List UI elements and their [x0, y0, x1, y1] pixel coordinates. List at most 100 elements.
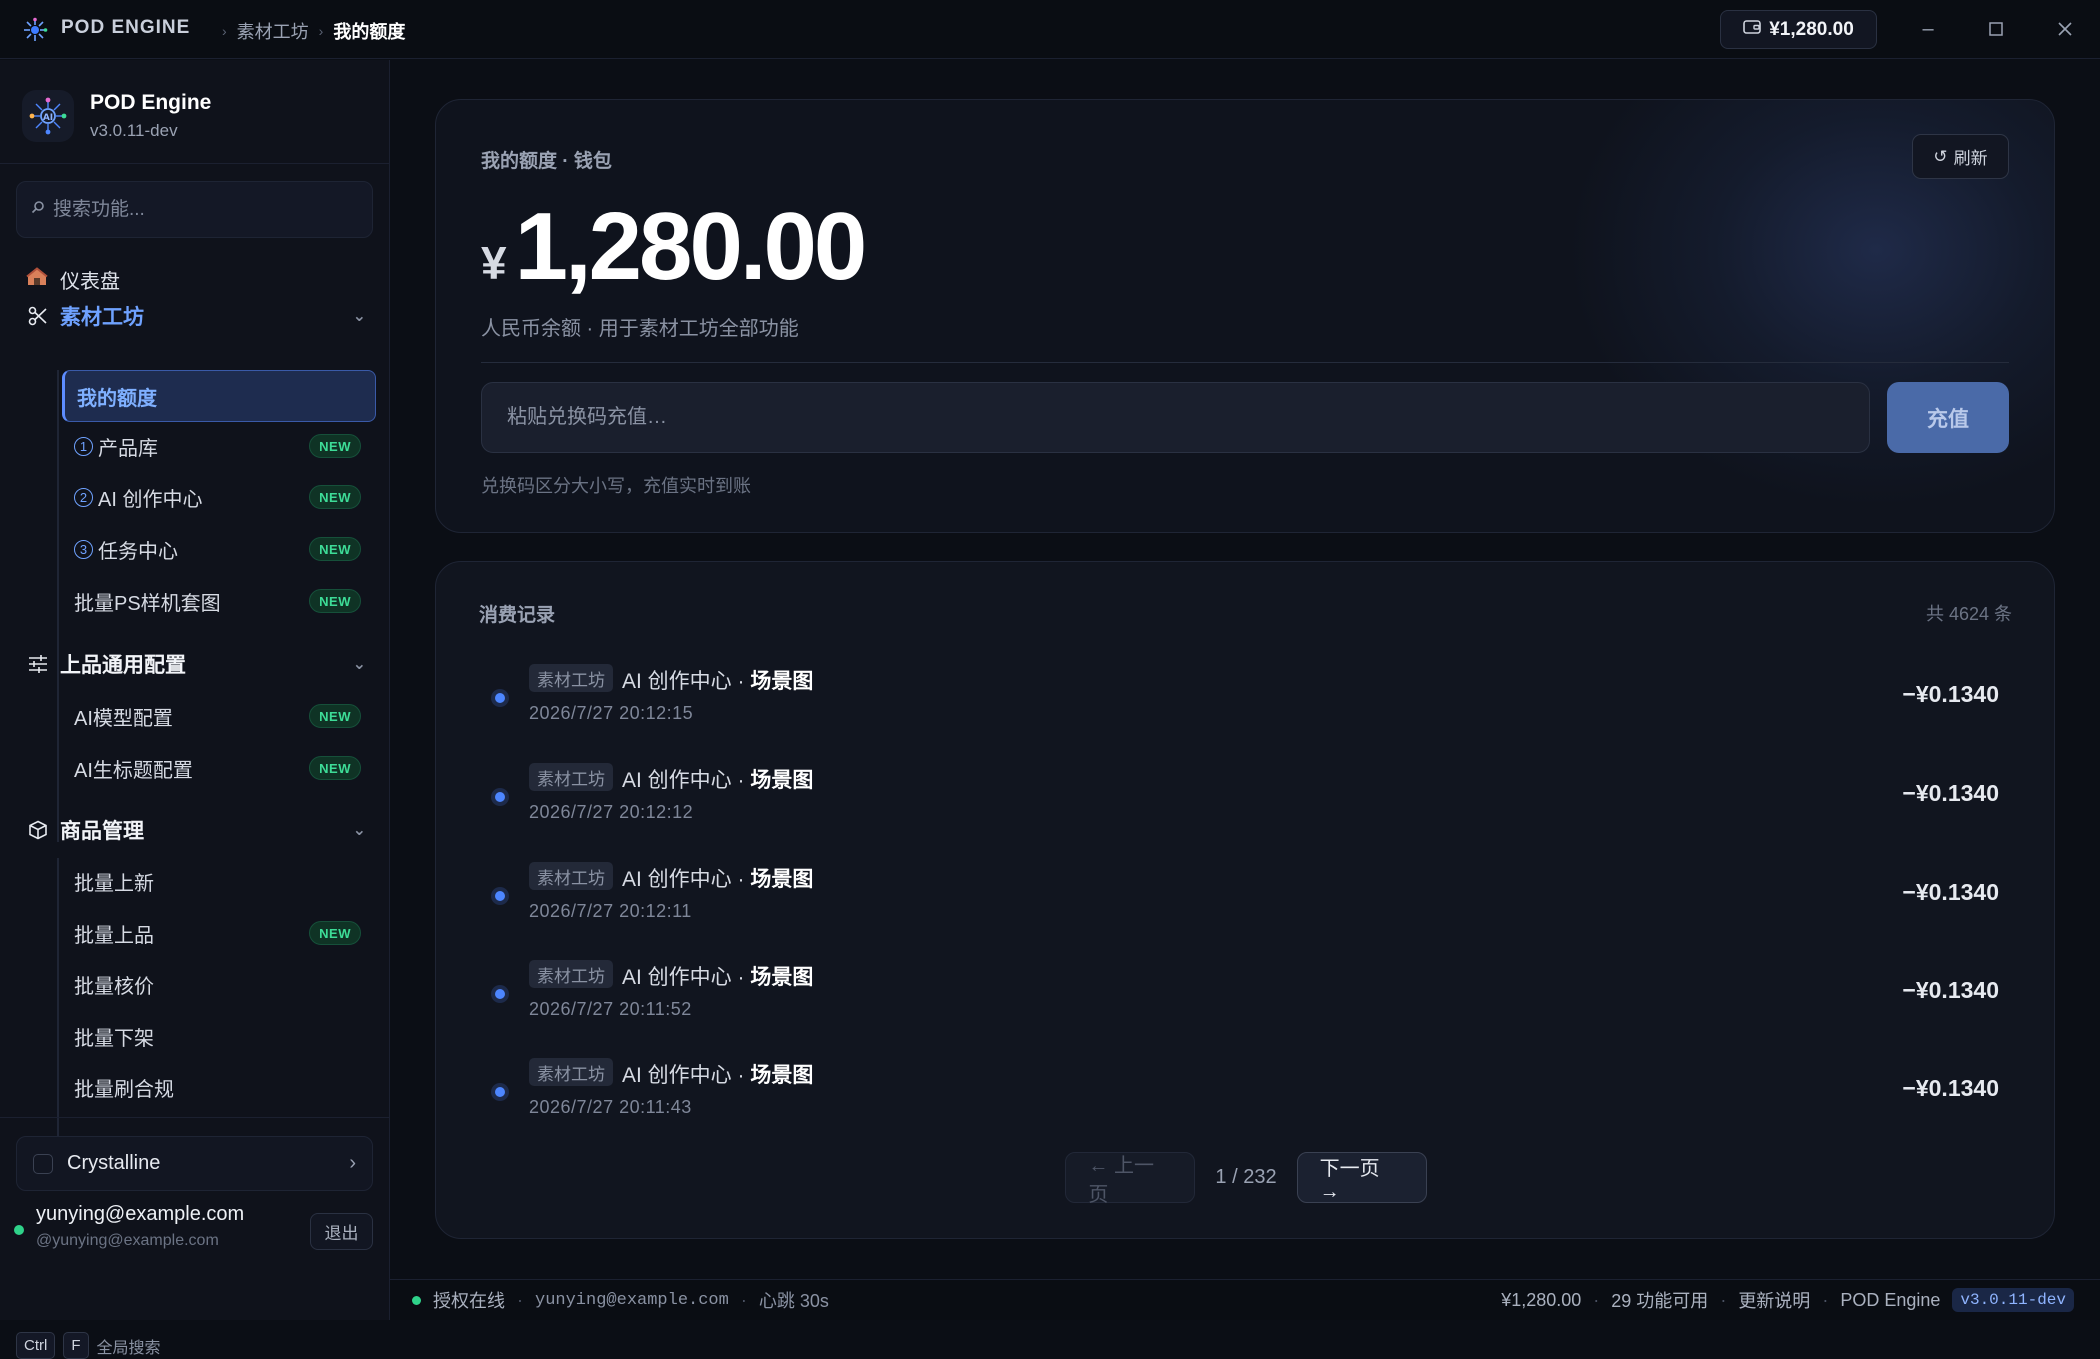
sliders-icon — [26, 652, 50, 676]
currency-symbol: ¥ — [481, 237, 507, 289]
record-amount: −¥0.1340 — [1902, 879, 1999, 905]
nav-group-product-management[interactable]: 商品管理 ⌄ — [26, 818, 366, 843]
divider — [0, 163, 390, 164]
record-time: 2026/7/27 20:12:12 — [529, 802, 694, 822]
new-badge: NEW — [309, 756, 361, 780]
redeem-code-input[interactable] — [482, 383, 1869, 452]
user-email: yunying@example.com — [36, 1203, 245, 1225]
number-2-icon: 2 — [74, 487, 93, 507]
nav-group-label: 素材工坊 — [60, 306, 144, 329]
new-badge: NEW — [309, 704, 361, 728]
sidebar-item-batch-new[interactable]: 批量上新 — [62, 858, 376, 904]
search-input[interactable] — [53, 198, 353, 221]
tree-line — [57, 370, 59, 700]
record-module: AI 创作中心 · — [622, 670, 751, 693]
separator: · — [1593, 1289, 1600, 1310]
sidebar-item-label: 批量PS样机套图 — [74, 592, 221, 615]
sidebar-item-ai-model-config[interactable]: AI模型配置 NEW — [62, 693, 376, 739]
source-tag: 素材工坊 — [529, 960, 613, 988]
refresh-icon: ↺ — [1933, 146, 1948, 166]
brand-version: v3.0.11-dev — [90, 121, 178, 140]
chevron-right-icon: › — [222, 23, 227, 39]
record-module: AI 创作中心 · — [622, 1064, 751, 1087]
record-time: 2026/7/27 20:12:11 — [529, 901, 692, 921]
consumption-records: 消费记录 共 4624 条 素材工坊 AI 创作中心 · 场景图 2026/7/… — [435, 561, 2055, 1239]
sidebar-item-ai-title-config[interactable]: AI生标题配置 NEW — [62, 745, 376, 791]
record-item: 场景图 — [750, 966, 814, 989]
table-row: 素材工坊 AI 创作中心 · 场景图 2026/7/27 20:11:52 −¥… — [436, 953, 2056, 1043]
logout-button[interactable]: 退出 — [310, 1213, 373, 1250]
workspace-name: Crystalline — [67, 1152, 161, 1174]
svg-text:AI: AI — [43, 113, 53, 123]
search-box[interactable] — [16, 181, 373, 238]
sidebar-item-dashboard[interactable]: 仪表盘 — [26, 265, 120, 294]
scissors-icon — [26, 304, 50, 328]
wallet-icon — [1743, 19, 1762, 41]
kbd-ctrl: Ctrl — [16, 1332, 56, 1359]
sidebar-item-label: 批量下架 — [74, 1027, 154, 1050]
checkbox-icon — [33, 1153, 53, 1174]
source-tag: 素材工坊 — [529, 763, 613, 791]
breadcrumb-current: 我的额度 — [333, 22, 406, 42]
sidebar-item-label: 批量上新 — [74, 872, 154, 895]
record-item: 场景图 — [750, 1064, 814, 1087]
sidebar-item-batch-ps-mockup[interactable]: 批量PS样机套图 NEW — [62, 578, 376, 624]
sidebar-item-my-quota[interactable]: 我的额度 — [62, 370, 376, 422]
nav-group-label: 商品管理 — [60, 820, 144, 843]
record-item: 场景图 — [750, 868, 814, 891]
minimize-icon[interactable]: – — [1913, 14, 1943, 44]
kbd-f: F — [63, 1332, 89, 1359]
new-badge: NEW — [309, 589, 361, 613]
records-count: 共 4624 条 — [1925, 604, 2012, 624]
nav-group-general-config[interactable]: 上品通用配置 ⌄ — [26, 652, 366, 677]
sidebar-item-label: AI生标题配置 — [74, 759, 193, 782]
sidebar-item-task-center[interactable]: 3 任务中心 NEW — [62, 526, 376, 572]
nav-group-label: 上品通用配置 — [60, 654, 186, 677]
sidebar-item-batch-delist[interactable]: 批量下架 — [62, 1013, 376, 1059]
workspace-selector[interactable]: Crystalline › — [16, 1136, 373, 1191]
page-indicator: 1 / 232 — [1215, 1166, 1277, 1188]
nav-group-asset-workshop[interactable]: 素材工坊 ⌄ — [26, 304, 366, 329]
source-tag: 素材工坊 — [529, 664, 613, 692]
record-amount: −¥0.1340 — [1902, 681, 1999, 707]
record-amount: −¥0.1340 — [1902, 780, 1999, 806]
sidebar-item-batch-compliance[interactable]: 批量刷合规 — [62, 1064, 376, 1110]
sidebar-item-product-library[interactable]: 1 产品库 NEW — [62, 423, 376, 469]
balance-description: 人民币余额 · 用于素材工坊全部功能 — [481, 318, 799, 340]
chevron-down-icon: ⌄ — [352, 822, 366, 839]
user-handle: @yunying@example.com — [36, 1232, 219, 1249]
record-item: 场景图 — [750, 670, 814, 693]
sidebar-item-batch-price-check[interactable]: 批量核价 — [62, 961, 376, 1007]
divider — [481, 362, 2009, 363]
record-module: AI 创作中心 · — [622, 769, 751, 792]
breadcrumb-item[interactable]: 素材工坊 — [237, 18, 309, 44]
number-1-icon: 1 — [74, 436, 93, 456]
record-time: 2026/7/27 20:11:43 — [529, 1097, 692, 1117]
record-description: AI 创作中心 · 场景图 — [622, 863, 813, 893]
maximize-icon[interactable] — [1981, 14, 2011, 44]
status-dot — [491, 985, 509, 1003]
chevron-down-icon: ⌄ — [352, 308, 366, 325]
refresh-button[interactable]: ↺ 刷新 — [1912, 134, 2009, 179]
breadcrumb: › 素材工坊 › 我的额度 — [222, 18, 405, 44]
sidebar-item-label: 批量上品 — [74, 924, 154, 947]
online-status-dot — [412, 1295, 421, 1305]
refresh-label: 刷新 — [1953, 149, 1988, 168]
table-row: 素材工坊 AI 创作中心 · 场景图 2026/7/27 20:12:12 −¥… — [436, 756, 2056, 846]
topup-button[interactable]: 充值 — [1887, 382, 2009, 453]
sidebar-item-label: AI模型配置 — [74, 707, 173, 730]
redeem-code-field[interactable] — [481, 382, 1870, 453]
prev-page-button[interactable]: ← 上一页 — [1065, 1152, 1196, 1206]
chevron-down-icon: ⌄ — [352, 656, 366, 673]
record-module: AI 创作中心 · — [622, 966, 751, 989]
record-item: 场景图 — [750, 769, 814, 792]
changelog-link[interactable]: 更新说明 — [1738, 1287, 1810, 1313]
source-tag: 素材工坊 — [529, 1058, 613, 1086]
record-module: AI 创作中心 · — [622, 868, 751, 891]
wallet-label: 我的额度 · 钱包 — [481, 151, 612, 172]
sidebar-item-batch-list[interactable]: 批量上品 NEW — [62, 910, 376, 956]
close-icon[interactable] — [2050, 14, 2080, 44]
balance-button[interactable]: ¥1,280.00 — [1720, 10, 1877, 49]
sidebar-item-ai-creation[interactable]: 2 AI 创作中心 NEW — [62, 474, 376, 520]
next-page-button[interactable]: 下一页 → — [1296, 1152, 1427, 1203]
